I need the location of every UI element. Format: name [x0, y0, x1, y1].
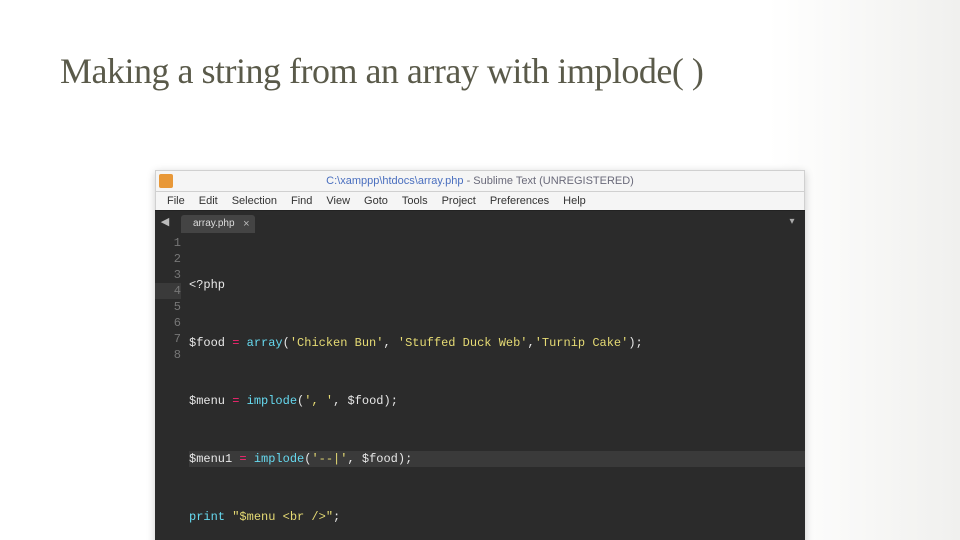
menu-find[interactable]: Find [284, 192, 319, 210]
menu-file[interactable]: File [160, 192, 192, 210]
code-lines[interactable]: <?php $food = array('Chicken Bun', 'Stuf… [189, 235, 805, 540]
line-number: 3 [155, 267, 181, 283]
window-title-path: C:\xamppp\htdocs\array.php [326, 175, 463, 187]
app-icon [159, 174, 173, 188]
menu-project[interactable]: Project [435, 192, 483, 210]
menu-view[interactable]: View [319, 192, 357, 210]
line-number: 2 [155, 251, 181, 267]
line-number: 4 [155, 283, 181, 299]
close-icon[interactable]: × [243, 215, 249, 233]
menu-help[interactable]: Help [556, 192, 593, 210]
tab-label: array.php [193, 218, 235, 229]
code-line[interactable]: $food = array('Chicken Bun', 'Stuffed Du… [189, 335, 805, 351]
menu-edit[interactable]: Edit [192, 192, 225, 210]
window-titlebar: C:\xamppp\htdocs\array.php - Sublime Tex… [155, 170, 805, 192]
tab-row: ◀ array.php × ▾ [155, 210, 805, 233]
back-button[interactable]: ◀ [155, 211, 175, 233]
code-line[interactable]: $menu1 = implode('--|', $food); [189, 451, 805, 467]
menu-tools[interactable]: Tools [395, 192, 435, 210]
line-number: 7 [155, 331, 181, 347]
line-number: 8 [155, 347, 181, 363]
line-number: 1 [155, 235, 181, 251]
editor-window: C:\xamppp\htdocs\array.php - Sublime Tex… [155, 170, 805, 540]
menu-preferences[interactable]: Preferences [483, 192, 556, 210]
line-number: 6 [155, 315, 181, 331]
window-title-text: C:\xamppp\htdocs\array.php - Sublime Tex… [326, 175, 634, 187]
tab-array-php[interactable]: array.php × [181, 215, 255, 233]
code-line[interactable]: $menu = implode(', ', $food); [189, 393, 805, 409]
menu-selection[interactable]: Selection [225, 192, 284, 210]
line-number: 5 [155, 299, 181, 315]
menu-goto[interactable]: Goto [357, 192, 395, 210]
code-area[interactable]: 1 2 3 4 5 6 7 8 <?php $food = array('Chi… [155, 233, 805, 540]
menu-bar: File Edit Selection Find View Goto Tools… [155, 192, 805, 210]
window-title-suffix: - Sublime Text (UNREGISTERED) [464, 175, 634, 187]
slide: Making a string from an array with implo… [0, 0, 960, 540]
line-gutter: 1 2 3 4 5 6 7 8 [155, 235, 189, 540]
code-line[interactable]: print "$menu <br />"; [189, 509, 805, 525]
slide-title: Making a string from an array with implo… [60, 50, 900, 92]
chevron-down-icon[interactable]: ▾ [783, 211, 801, 233]
code-line[interactable]: <?php [189, 277, 805, 293]
